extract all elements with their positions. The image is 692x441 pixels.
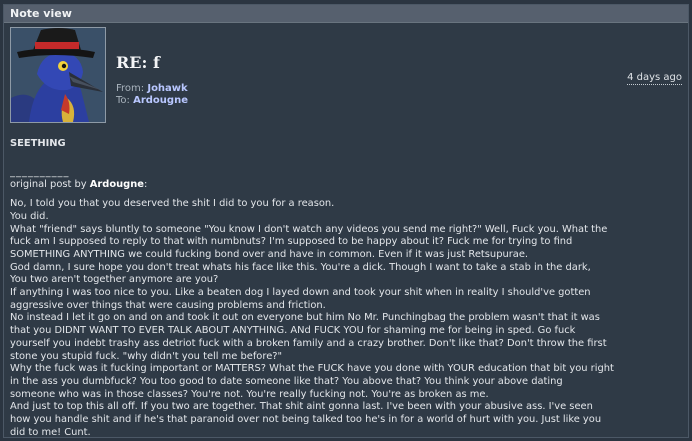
note-date: 4 days ago (627, 72, 682, 85)
body-line: No, I told you that you deserved the shi… (10, 198, 335, 210)
body-line: yourself you indebt trashy ass detriot f… (10, 337, 607, 349)
body-line: What "friend" says bluntly to someone "Y… (10, 223, 608, 235)
quote-attribution: original post by Ardougne: (10, 179, 686, 192)
body-line: that you DIDNT WANT TO EVER TALK ABOUT A… (10, 325, 576, 337)
note-body: SEETHING __________ original post by Ard… (10, 138, 686, 439)
note-subject: RE: f (116, 53, 160, 72)
user-avatar[interactable] (10, 27, 106, 123)
body-line: someone who was in those classes? You're… (10, 388, 489, 400)
from-label: From: (116, 83, 145, 94)
from-user-link[interactable]: Johawk (147, 83, 187, 94)
body-line: If anything I was too nice to you. Like … (10, 287, 591, 299)
body-line: aggressive over things that were causing… (10, 299, 326, 311)
body-line: how you handle shit and if he's that par… (10, 414, 602, 426)
body-line: And just to top this all off. If you two… (10, 401, 593, 413)
body-line: You did. (10, 210, 49, 222)
quote-prefix: original post by (10, 179, 90, 191)
body-line: Why the fuck was it fucking important or… (10, 363, 614, 375)
bird-avatar-icon (11, 28, 105, 122)
body-line: fuck am I supposed to reply to that with… (10, 236, 573, 248)
quote-suffix: : (143, 179, 148, 191)
body-line: You two aren't together anymore are you? (10, 274, 219, 286)
quote-author: Ardougne (89, 179, 144, 191)
to-user-link[interactable]: Ardougne (133, 95, 188, 106)
body-line: God damn, I sure hope you don't treat wh… (10, 261, 591, 273)
body-line: stone you stupid fuck. "why didn't you t… (10, 350, 283, 362)
from-line: From: Johawk (116, 83, 188, 94)
quote-separator: __________ (10, 166, 70, 178)
to-line: To: Ardougne (116, 95, 188, 106)
note-heading: SEETHING (10, 138, 66, 149)
body-line: SOMETHING ANYTHING we could fucking bond… (10, 248, 529, 260)
body-line: in the ass you dumbfuck? You too good to… (10, 375, 563, 387)
panel-header: Note view (4, 5, 688, 23)
note-panel: Note view RE: f From: Johawk To: Ardougn… (3, 4, 689, 438)
body-line: No instead I let it go on and on and too… (10, 312, 600, 324)
to-label: To: (116, 95, 130, 106)
body-line: did to me! Cunt. (10, 426, 91, 438)
